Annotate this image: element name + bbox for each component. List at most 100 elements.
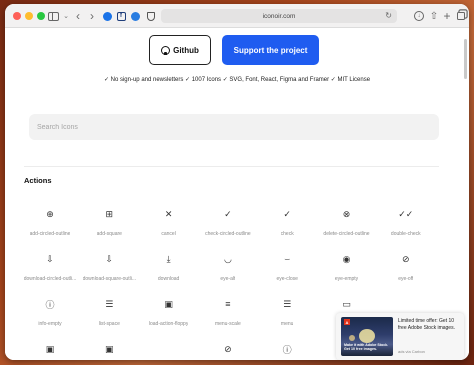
icon-card[interactable]: ⌣ eye-close <box>257 241 317 289</box>
download-icon: ⤓ <box>166 253 171 264</box>
add-circled-outline-icon: ⊕ <box>46 208 54 219</box>
icon-card[interactable]: ✓✓ double-check <box>376 196 436 244</box>
github-button-label: Github <box>173 45 199 55</box>
minimize-window-button[interactable] <box>25 12 33 20</box>
check-circled-outline-icon: ✓ <box>224 208 232 219</box>
icon-card[interactable]: ⊞ add-square <box>79 196 139 244</box>
icon-card[interactable]: ✕ cancel <box>139 196 199 244</box>
eye-alt-icon: ◡ <box>223 253 232 264</box>
icon-card[interactable]: ▣ load-action-floppy <box>139 286 199 334</box>
icon-label: list-space <box>98 321 120 327</box>
icon-card[interactable]: ◉ eye-empty <box>317 241 377 289</box>
icon-card[interactable] <box>139 331 199 360</box>
browser-toolbar: ⌄ ‹ › f iconoir.com ↻ ↓ ⇧ + <box>5 4 469 28</box>
new-tab-button[interactable]: + <box>442 9 452 23</box>
action-icon: ▣ <box>45 343 55 354</box>
forward-button[interactable]: › <box>86 9 98 23</box>
icon-label: download-square-outli... <box>82 276 136 282</box>
icon-label: cancel <box>161 231 176 237</box>
address-bar[interactable]: iconoir.com ↻ <box>161 9 397 23</box>
icon-card[interactable]: ▣ <box>79 331 139 360</box>
icon-label: menu-scale <box>214 321 241 327</box>
icon-card[interactable]: ☰ list-space <box>79 286 139 334</box>
shield-icon[interactable] <box>146 9 156 23</box>
action-icon: ▣ <box>105 343 114 354</box>
divider <box>24 166 439 167</box>
zoom-window-button[interactable] <box>37 12 45 20</box>
icon-card[interactable]: ☰ menu <box>257 286 317 334</box>
icon-card[interactable]: ⓘ <box>257 331 317 360</box>
support-project-button[interactable]: Support the project <box>222 35 319 65</box>
eye-off-icon: ⊘ <box>402 253 410 264</box>
search-input[interactable] <box>29 114 439 140</box>
scrollbar[interactable] <box>464 39 467 79</box>
action-icon: ⓘ <box>282 344 292 355</box>
info-empty-icon: ⓘ <box>45 299 55 310</box>
icon-label: download <box>157 276 180 282</box>
icon-card[interactable]: ⇩ download-square-outli... <box>79 241 139 289</box>
action-icon <box>399 297 413 311</box>
cancel-icon: ✕ <box>164 208 173 219</box>
support-button-label: Support the project <box>233 45 308 55</box>
eye-close-icon: ⌣ <box>284 253 291 264</box>
action-icon: ▭ <box>342 298 351 309</box>
icon-label: eye-close <box>276 276 298 282</box>
extension-icon[interactable]: f <box>116 9 126 23</box>
icon-card[interactable]: ◡ eye-alt <box>198 241 258 289</box>
page-content: Github Support the project ✓ No sign-up … <box>5 29 469 360</box>
github-button[interactable]: Github <box>149 35 211 65</box>
feature-list: ✓ No sign-up and newsletters ✓ 1007 Icon… <box>103 77 371 83</box>
adobe-logo-icon: A <box>344 319 350 325</box>
add-square-icon: ⊞ <box>105 208 114 219</box>
icon-card[interactable]: ✓ check-circled-outline <box>198 196 258 244</box>
icon-label: double-check <box>390 231 421 237</box>
icon-card[interactable]: ⤓ download <box>139 241 199 289</box>
extension-icon[interactable] <box>130 9 140 23</box>
url-text: iconoir.com <box>262 12 296 20</box>
section-title: Actions <box>24 176 52 185</box>
download-circled-outli-icon: ⇩ <box>46 253 54 264</box>
icon-label: info-empty <box>38 321 62 327</box>
close-window-button[interactable] <box>13 12 21 20</box>
icon-label: eye-off <box>398 276 414 282</box>
icon-label: delete-circled-outline <box>323 231 370 237</box>
chevron-down-icon[interactable]: ⌄ <box>62 9 70 23</box>
menu-icon: ☰ <box>283 298 292 309</box>
ad-text[interactable]: Limited time offer: Get 10 free Adobe St… <box>398 318 460 331</box>
double-check-icon: ✓✓ <box>398 208 414 219</box>
download-square-outli-icon: ⇩ <box>105 253 114 264</box>
icon-label: check <box>280 231 294 237</box>
icon-label: download-circled-outli... <box>23 276 77 282</box>
action-icon: ⊘ <box>224 343 232 354</box>
icon-label: eye-alt <box>220 276 236 282</box>
icon-label: menu <box>280 321 294 327</box>
icon-card[interactable]: ⊘ <box>198 331 258 360</box>
github-icon <box>161 45 171 55</box>
extension-icon[interactable] <box>102 9 112 23</box>
ad-image[interactable]: A Make it with Adobe Stock. Get 10 free … <box>341 317 393 356</box>
icon-card[interactable]: ▣ <box>20 331 80 360</box>
delete-circled-outline-icon: ⊗ <box>342 208 351 219</box>
menu-scale-icon: ≡ <box>225 299 231 309</box>
ad-banner[interactable]: A Make it with Adobe Stock. Get 10 free … <box>336 313 464 360</box>
tab-overview-icon[interactable] <box>455 9 467 23</box>
icon-card[interactable]: ⊗ delete-circled-outline <box>317 196 377 244</box>
icon-card[interactable]: ⊕ add-circled-outline <box>20 196 80 244</box>
check-icon: ✓ <box>283 208 291 219</box>
icon-card[interactable]: ⇩ download-circled-outli... <box>20 241 80 289</box>
download-icon[interactable]: ↓ <box>413 9 425 23</box>
eye-empty-icon: ◉ <box>342 253 351 264</box>
ad-via-link[interactable]: ads via Carbon <box>398 349 425 354</box>
icon-card[interactable]: ⓘ info-empty <box>20 286 80 334</box>
share-icon[interactable]: ⇧ <box>428 9 440 23</box>
sidebar-toggle-icon[interactable] <box>46 9 60 23</box>
icon-label: load-action-floppy <box>148 321 189 327</box>
load-action-floppy-icon: ▣ <box>164 298 173 309</box>
icon-card[interactable]: ✓ check <box>257 196 317 244</box>
reload-icon[interactable]: ↻ <box>385 11 392 20</box>
icon-card[interactable]: ⊘ eye-off <box>376 241 436 289</box>
icon-label: check-circled-outline <box>205 231 251 237</box>
back-button[interactable]: ‹ <box>72 9 84 23</box>
icon-label: eye-empty <box>334 276 359 282</box>
icon-card[interactable]: ≡ menu-scale <box>198 286 258 334</box>
